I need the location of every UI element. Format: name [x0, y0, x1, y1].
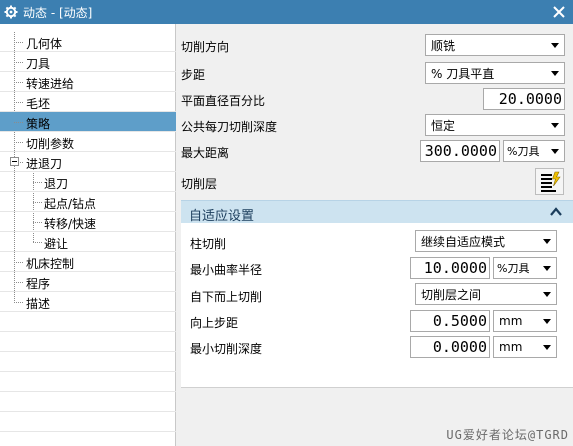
- min-curvature-radius-label: 最小曲率半径: [190, 263, 263, 277]
- common-depth-select[interactable]: 恒定: [425, 114, 565, 136]
- tree-item-cutting-params[interactable]: 切削参数: [0, 132, 176, 152]
- column-cut-label: 柱切削: [190, 237, 227, 251]
- tree-item-transfer-rapid[interactable]: 转移/快速: [0, 212, 176, 232]
- min-cut-depth-input[interactable]: 0.0000: [410, 336, 490, 358]
- max-distance-input[interactable]: 300.0000: [420, 140, 500, 162]
- chevron-down-icon: [543, 239, 551, 244]
- stepover-label: 步距: [181, 68, 206, 82]
- cut-direction-select[interactable]: 顺铣: [425, 34, 565, 56]
- adaptive-settings-header[interactable]: 自适应设置: [181, 200, 573, 224]
- chevron-down-icon: [543, 266, 551, 271]
- tree-item-avoidance[interactable]: 避让: [0, 232, 176, 252]
- tree-item-tool[interactable]: 刀具: [0, 52, 176, 72]
- upward-step-input[interactable]: 0.5000: [410, 310, 490, 332]
- min-cut-depth-label: 最小切削深度: [190, 342, 263, 356]
- chevron-down-icon: [551, 71, 559, 76]
- bottom-up-select[interactable]: 切削层之间: [415, 283, 557, 305]
- tree-item-speeds-feeds[interactable]: 转速进给: [0, 72, 176, 92]
- upward-step-label: 向上步距: [190, 316, 239, 330]
- tree-item-start-drill-points[interactable]: 起点/钻点: [0, 192, 176, 212]
- tree-empty-row: [0, 332, 176, 352]
- window-title: 动态 - [动态]: [23, 5, 93, 20]
- chevron-down-icon: [551, 123, 559, 128]
- upward-step-unit-select[interactable]: mm: [493, 310, 557, 332]
- common-depth-label: 公共每刀切削深度: [181, 120, 278, 134]
- collapse-icon[interactable]: [10, 157, 19, 166]
- tree-empty-row: [0, 312, 176, 332]
- tree-item-description[interactable]: 描述: [0, 292, 176, 312]
- chevron-down-icon: [551, 43, 559, 48]
- cut-levels-label: 切削层: [181, 177, 218, 191]
- close-icon[interactable]: [551, 3, 567, 21]
- navigation-tree: 几何体 刀具 转速进给 毛坯 策略 切削参数 进退刀 退刀 起点/钻点 转移/快…: [0, 24, 176, 446]
- tree-empty-row: [0, 372, 176, 392]
- tree-empty-row: [0, 412, 176, 432]
- tree-empty-row: [0, 352, 176, 372]
- min-curvature-radius-input[interactable]: 10.0000: [410, 257, 490, 279]
- watermark: UG爱好者论坛@TGRD: [446, 428, 569, 442]
- cut-levels-button[interactable]: [535, 168, 564, 195]
- max-distance-label: 最大距离: [181, 146, 230, 160]
- tree-item-retract[interactable]: 退刀: [0, 172, 176, 192]
- tree-item-strategy[interactable]: 策略: [0, 112, 176, 132]
- title-bar: 动态 - [动态]: [0, 0, 573, 24]
- tree-item-program[interactable]: 程序: [0, 272, 176, 292]
- tree-item-geometry[interactable]: 几何体: [0, 32, 176, 52]
- bottom-up-label: 自下而上切削: [190, 290, 263, 304]
- strategy-panel: 切削方向 顺铣 步距 % 刀具平直 平面直径百分比 20.0000 公共每刀切削…: [177, 24, 573, 446]
- chevron-up-icon[interactable]: [549, 205, 563, 222]
- adaptive-settings-body: 柱切削 继续自适应模式 最小曲率半径 10.0000 %刀具 自下而上切削 切削…: [181, 223, 573, 388]
- column-cut-select[interactable]: 继续自适应模式: [415, 230, 557, 252]
- min-curvature-radius-unit-select[interactable]: %刀具: [493, 257, 557, 279]
- tree-item-blank[interactable]: 毛坯: [0, 92, 176, 112]
- gear-icon[interactable]: [0, 0, 22, 24]
- chevron-down-icon: [551, 149, 559, 154]
- flat-diameter-percent-input[interactable]: 20.0000: [483, 88, 565, 110]
- tree-item-machine-control[interactable]: 机床控制: [0, 252, 176, 272]
- min-cut-depth-unit-select[interactable]: mm: [493, 336, 557, 358]
- adaptive-settings-title: 自适应设置: [189, 209, 255, 224]
- flat-diameter-percent-label: 平面直径百分比: [181, 94, 266, 108]
- chevron-down-icon: [543, 345, 551, 350]
- cut-direction-label: 切削方向: [181, 40, 230, 54]
- max-distance-unit-select[interactable]: %刀具: [503, 140, 565, 162]
- tree-empty-row: [0, 392, 176, 412]
- tree-item-non-cutting-moves[interactable]: 进退刀: [0, 152, 176, 172]
- stepover-select[interactable]: % 刀具平直: [425, 62, 565, 84]
- cut-levels-icon: [541, 171, 561, 192]
- chevron-down-icon: [543, 292, 551, 297]
- chevron-down-icon: [543, 319, 551, 324]
